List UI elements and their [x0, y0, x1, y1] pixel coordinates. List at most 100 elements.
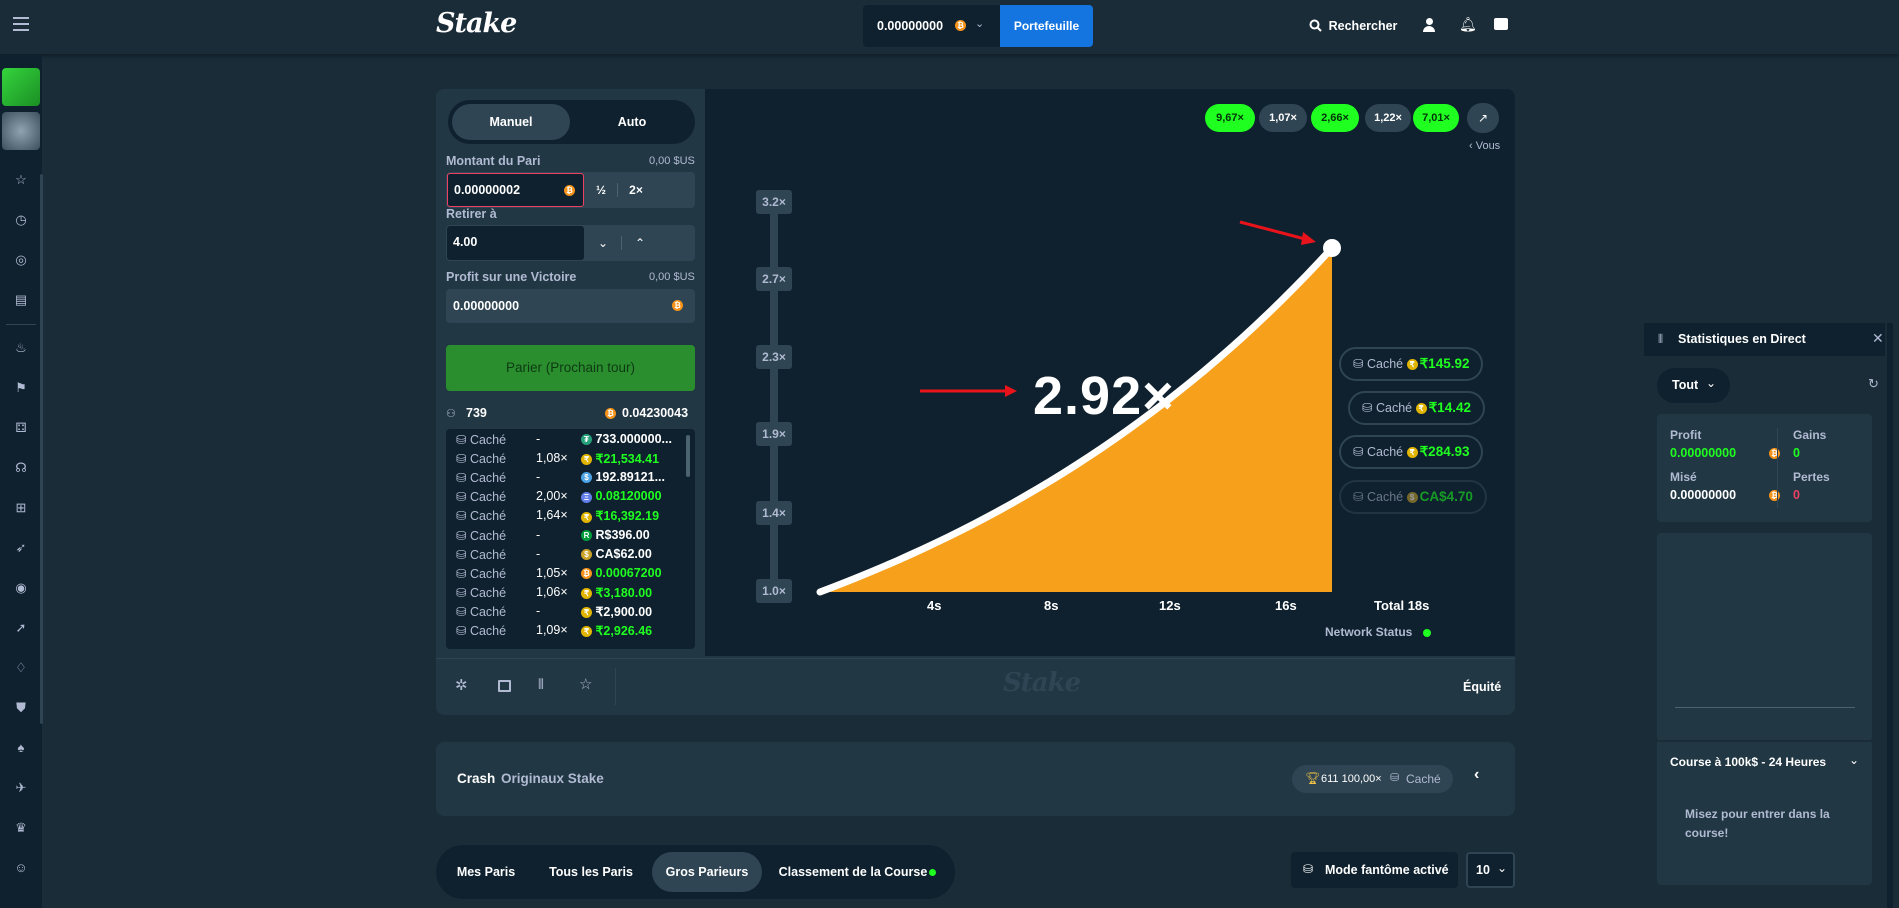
bet-user[interactable]: ⛁ Caché — [456, 470, 506, 485]
chevron-down-icon[interactable]: ⌄ — [1849, 753, 1859, 767]
rocket-icon[interactable]: ➶ — [11, 538, 31, 558]
live-bet-row[interactable]: ⛁ Caché - $ CA$62.00 — [446, 547, 691, 566]
tab-manual[interactable]: Manuel — [452, 104, 570, 140]
bell-icon[interactable]: 🔔︎ — [1459, 16, 1477, 33]
cashout-input[interactable]: 4.00 — [447, 226, 584, 260]
balance-selector[interactable]: 0.00000000 ₿ ⌄ — [863, 5, 1000, 47]
live-bets-list[interactable]: ⛁ Caché - ₮ 733.000000... ⛁ Caché 1,08× ₹ ₹21… — [446, 429, 695, 649]
chip-icon[interactable]: ◉ — [11, 578, 31, 598]
target-icon[interactable]: ◎ — [11, 250, 31, 270]
chat-icon[interactable] — [1494, 18, 1508, 30]
cashout-badge[interactable]: ⛁ Caché ₹ ₹284.93 — [1339, 435, 1484, 469]
theatre-icon[interactable] — [498, 680, 511, 692]
refresh-icon[interactable]: ↻ — [1868, 376, 1879, 392]
favorite-icon[interactable]: ☆ — [579, 675, 592, 693]
dealer-icon[interactable]: ♛ — [11, 818, 31, 838]
page-size-select[interactable]: 10 ⌄ — [1466, 852, 1515, 888]
live-bet-row[interactable]: ⛁ Caché 1,06× ₹ ₹3,180.00 — [446, 585, 691, 604]
flame-icon[interactable]: ♢ — [11, 658, 31, 678]
headphones-icon[interactable]: ☊ — [11, 458, 31, 478]
live-bet-row[interactable]: ⛁ Caché - ₹ ₹2,900.00 — [446, 604, 691, 623]
ghost-mode-button[interactable]: ⛁ Mode fantôme activé — [1291, 852, 1458, 888]
bet-user[interactable]: ⛁ Caché — [456, 508, 506, 523]
incognito-icon: ⛁ — [1362, 401, 1373, 415]
bookmark-icon[interactable]: ⚑ — [11, 378, 31, 398]
increase-button[interactable]: ⌃ — [623, 225, 657, 261]
receipt-icon[interactable]: ▤ — [11, 290, 31, 310]
decrease-button[interactable]: ⌄ — [586, 225, 620, 261]
tab-my-bets[interactable]: Mes Paris — [446, 852, 526, 892]
settings-icon[interactable]: ✲ — [455, 676, 468, 694]
bet-user[interactable]: ⛁ Caché — [456, 566, 506, 581]
stats-panel-scrollbar[interactable] — [1887, 323, 1893, 908]
list-scrollbar[interactable] — [686, 435, 690, 477]
summary-divider — [1777, 428, 1778, 508]
bitcoin-icon: ₿ — [1769, 448, 1780, 459]
live-bet-row[interactable]: ⛁ Caché - R R$396.00 — [446, 528, 691, 547]
game-info-bar[interactable]: Crash Originaux Stake 🏆︎ 611 100,00× ⛁ C… — [436, 742, 1515, 816]
curve-end-point — [1323, 239, 1341, 257]
sports-thumbnail[interactable] — [2, 112, 40, 150]
live-bet-row[interactable]: ⛁ Caché - ₮ 733.000000... — [446, 432, 691, 451]
chevron-down-icon: ⌄ — [975, 18, 985, 30]
history-icon[interactable]: ◷ — [11, 210, 31, 230]
cashout-badge[interactable]: ⛁ Caché ₹ ₹14.42 — [1348, 391, 1485, 425]
slots-icon[interactable]: ⚃ — [11, 418, 31, 438]
gift-icon[interactable]: ⊞ — [11, 498, 31, 518]
half-button[interactable]: ½ — [586, 172, 616, 208]
sidebar-scrollbar[interactable] — [40, 174, 43, 724]
live-bet-row[interactable]: ⛁ Caché 1,64× ₹ ₹16,392.19 — [446, 508, 691, 527]
record-badge[interactable]: 🏆︎ 611 100,00× ⛁ Caché — [1292, 765, 1453, 793]
shield-icon[interactable]: ⛊ — [11, 698, 31, 718]
cashout-badge[interactable]: ⛁ Caché ₹ ₹145.92 — [1339, 347, 1484, 381]
live-bet-row[interactable]: ⛁ Caché 1,09× ₹ ₹2,926.46 — [446, 623, 691, 642]
race-title[interactable]: Course à 100k$ - 24 Heures — [1670, 755, 1826, 769]
user-icon[interactable] — [1422, 18, 1436, 32]
fire-icon[interactable]: ♨ — [11, 338, 31, 358]
cashout-badge[interactable]: ⛁ Caché $ CA$4.70 — [1339, 480, 1487, 514]
live-bet-row[interactable]: ⛁ Caché 2,00× Ξ 0.08120000 — [446, 489, 691, 508]
bet-amount-input[interactable]: 0.00000002 ₿ — [447, 173, 584, 207]
stats-filter-select[interactable]: Tout ⌄ — [1657, 368, 1730, 403]
network-status-label: Network Status — [1325, 625, 1413, 639]
bet-user[interactable]: ⛁ Caché — [456, 547, 506, 562]
star-icon[interactable]: ☆ — [11, 170, 31, 190]
close-icon[interactable]: ✕ — [1872, 330, 1884, 347]
game-subtitle[interactable]: Originaux Stake — [501, 771, 604, 786]
menu-icon[interactable] — [13, 17, 29, 31]
fairness-link[interactable]: Équité — [1463, 680, 1501, 694]
bet-user[interactable]: ⛁ Caché — [456, 451, 506, 466]
bet-user[interactable]: ⛁ Caché — [456, 623, 506, 638]
tab-auto[interactable]: Auto — [573, 104, 691, 140]
live-bet-row[interactable]: ⛁ Caché - $ 192.89121... — [446, 470, 691, 489]
bet-user[interactable]: ⛁ Caché — [456, 604, 506, 619]
tab-all-bets[interactable]: Tous les Paris — [541, 852, 641, 892]
bet-multiplier: - — [536, 432, 541, 446]
double-button[interactable]: 2× — [619, 172, 653, 208]
search-button[interactable]: Rechercher — [1309, 17, 1397, 37]
bet-user[interactable]: ⛁ Caché — [456, 528, 506, 543]
stats-icon[interactable]: ⫴ — [538, 676, 544, 693]
launch-icon[interactable]: ➚ — [11, 618, 31, 638]
race-panel: Course à 100k$ - 24 Heures ⌄ Misez pour … — [1657, 740, 1872, 885]
top-bar: Stake 0.00000000 ₿ ⌄ Portefeuille Recher… — [0, 0, 1899, 54]
bet-user[interactable]: ⛁ Caché — [456, 489, 506, 504]
live-bet-row[interactable]: ⛁ Caché 1,08× ₹ ₹21,534.41 — [446, 451, 691, 470]
rocket-alt-icon[interactable]: ✈ — [11, 778, 31, 798]
bet-user[interactable]: ⛁ Caché — [456, 432, 506, 447]
tab-race-leaderboard[interactable]: Classement de la Course — [778, 852, 928, 892]
bet-button[interactable]: Parier (Prochain tour) — [446, 345, 695, 391]
casino-thumbnail[interactable] — [2, 68, 40, 106]
profile-icon[interactable]: ☺ — [11, 858, 31, 878]
currency-icon: ₹ — [1415, 403, 1427, 415]
bet-amount-field[interactable]: 0.00000002 ₿ ½ 2× — [446, 172, 695, 208]
bet-multiplier: 1,05× — [536, 565, 568, 580]
stake-logo[interactable]: Stake — [436, 8, 517, 39]
chevron-left-icon[interactable]: ‹ — [1474, 766, 1479, 784]
cards-icon[interactable]: ♠ — [11, 738, 31, 758]
cashout-field[interactable]: 4.00 ⌄ ⌃ — [446, 225, 695, 261]
tab-high-rollers[interactable]: Gros Parieurs — [652, 852, 762, 892]
live-bet-row[interactable]: ⛁ Caché 1,05× ₿ 0.00067200 — [446, 566, 691, 585]
wallet-button[interactable]: Portefeuille — [1000, 5, 1093, 47]
bet-user[interactable]: ⛁ Caché — [456, 585, 506, 600]
